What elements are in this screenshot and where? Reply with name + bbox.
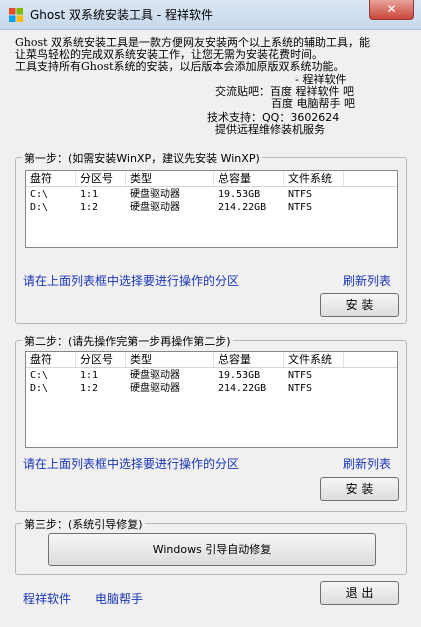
cell-type: 硬盘驱动器 [130,189,180,200]
step2-partition-list[interactable]: 盘符 分区号 类型 总容量 文件系统 C:\ 1:1 硬盘驱动器 19.53GB… [25,351,398,448]
table-row[interactable]: C:\ 1:1 硬盘驱动器 19.53GB NTFS [26,369,397,382]
footer-link-chengxiang[interactable]: 程祥软件 [23,590,71,607]
exit-button[interactable]: 退 出 [320,581,399,605]
cell-partition: 1:2 [80,383,99,394]
step2-title: 第二步：(请先操作完第一步再操作第二步) [22,333,233,349]
cell-fs: NTFS [288,383,313,394]
table-row[interactable]: C:\ 1:1 硬盘驱动器 19.53GB NTFS [26,188,397,201]
step1-refresh-link[interactable]: 刷新列表 [343,272,391,289]
step1-hint: 请在上面列表框中选择要进行操作的分区 [23,274,240,288]
cell-size: 19.53GB [218,370,261,381]
cell-size: 214.22GB [218,202,267,213]
cell-size: 214.22GB [218,383,267,394]
windows-logo-icon [9,8,23,22]
cell-partition: 1:1 [80,370,99,381]
title-bar: Ghost 双系统安装工具 - 程祥软件 ✕ [0,0,421,30]
cell-fs: NTFS [288,370,313,381]
col-partition[interactable]: 分区号 [76,171,126,186]
step1-install-button[interactable]: 安 装 [320,293,399,317]
boot-repair-button[interactable]: Windows 引导自动修复 [48,533,376,566]
cell-fs: NTFS [288,189,313,200]
table-row[interactable]: D:\ 1:2 硬盘驱动器 214.22GB NTFS [26,382,397,395]
step1-title: 第一步：(如需安装WinXP，建议先安装 WinXP) [22,150,262,166]
cell-size: 19.53GB [218,189,261,200]
cell-drive: D:\ [30,383,49,394]
step2-refresh-link[interactable]: 刷新列表 [343,455,391,472]
col-fs[interactable]: 文件系统 [284,352,344,367]
cell-drive: D:\ [30,202,49,213]
step1-partition-list[interactable]: 盘符 分区号 类型 总容量 文件系统 C:\ 1:1 硬盘驱动器 19.53GB… [25,170,398,248]
col-type[interactable]: 类型 [126,352,214,367]
col-drive[interactable]: 盘符 [26,171,76,186]
step2-install-button[interactable]: 安 装 [320,477,399,501]
service-info: 提供远程维修装机服务 [215,123,325,136]
cell-partition: 1:1 [80,189,99,200]
cell-drive: C:\ [30,370,49,381]
intro-line-3: 工具支持所有Ghost系统的安装，以后版本会添加原版双系统功能。 [15,60,345,73]
col-size[interactable]: 总容量 [214,352,284,367]
cell-type: 硬盘驱动器 [130,383,180,394]
forum-info-2: 百度 电脑帮手 吧 [271,97,355,110]
cell-type: 硬盘驱动器 [130,370,180,381]
cell-drive: C:\ [30,189,49,200]
close-button[interactable]: ✕ [369,0,414,20]
col-partition[interactable]: 分区号 [76,352,126,367]
main-panel: Ghost 双系统安装工具是一款方便网友安装两个以上系统的辅助工具，能 让菜鸟轻… [7,30,414,620]
col-type[interactable]: 类型 [126,171,214,186]
step2-hint: 请在上面列表框中选择要进行操作的分区 [23,457,240,471]
window-title: Ghost 双系统安装工具 - 程祥软件 [30,8,213,22]
cell-partition: 1:2 [80,202,99,213]
col-size[interactable]: 总容量 [214,171,284,186]
table-row[interactable]: D:\ 1:2 硬盘驱动器 214.22GB NTFS [26,201,397,214]
footer-link-pc-helper[interactable]: 电脑帮手 [95,590,143,607]
col-fs[interactable]: 文件系统 [284,171,344,186]
cell-type: 硬盘驱动器 [130,202,180,213]
intro-text: Ghost 双系统安装工具是一款方便网友安装两个以上系统的辅助工具，能 让菜鸟轻… [15,37,410,73]
cell-fs: NTFS [288,202,313,213]
list-header: 盘符 分区号 类型 总容量 文件系统 [26,352,397,368]
list-header: 盘符 分区号 类型 总容量 文件系统 [26,171,397,187]
col-drive[interactable]: 盘符 [26,352,76,367]
step3-title: 第三步：(系统引导修复) [22,516,145,532]
